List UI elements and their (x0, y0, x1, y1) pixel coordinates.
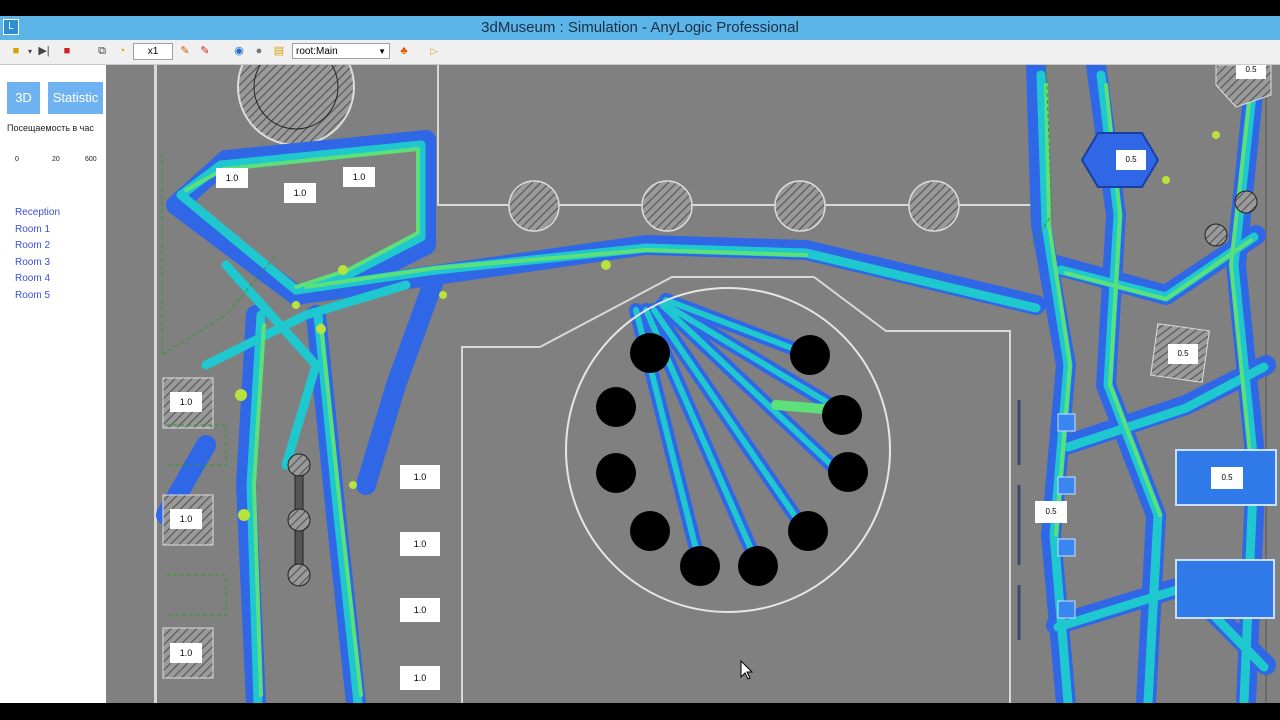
capacity-label: 0.5 (1211, 467, 1243, 489)
legend-item-room-1[interactable]: Room 1 (15, 224, 50, 235)
capacity-label: 1.0 (216, 168, 248, 188)
capacity-label: 0.5 (1035, 501, 1067, 523)
speed-indicator[interactable]: x1 (133, 43, 173, 60)
simulation-view[interactable]: 1.0 1.0 1.0 1.0 1.0 1.0 1.0 1.0 1.0 1.0 … (106, 65, 1280, 703)
step-icon[interactable]: ▶| (37, 44, 51, 59)
screen-bottom-edge (0, 703, 1280, 720)
run-dropdown-icon[interactable]: ▾ (25, 44, 35, 59)
pillar-large (237, 65, 355, 146)
run-icon[interactable]: ■ (9, 44, 23, 59)
capacity-label: 1.0 (170, 643, 202, 663)
legend-item-room-4[interactable]: Room 4 (15, 273, 50, 284)
view-area-icon[interactable]: ♣ (397, 44, 411, 59)
screen-top-edge (0, 0, 1280, 16)
home-icon[interactable]: ● (252, 44, 266, 59)
capacity-label: 1.0 (400, 598, 440, 622)
toolbar: ■ ▾ ▶| ■ ⧉ ◔ ✎ ✎ ◉ ● ▤ ♣ ▷ (0, 40, 1280, 65)
capacity-label: 1.0 (400, 532, 440, 556)
realtime-icon[interactable]: ◔ (115, 44, 129, 59)
virtual-time-icon[interactable]: ⧉ (95, 44, 109, 59)
axis-tick: 20 (52, 156, 60, 163)
statistics-panel: 3D Statistic Посещаемость в час 0 20 600… (0, 65, 106, 703)
navigate-icon[interactable]: ◉ (232, 44, 246, 59)
capacity-label: 1.0 (284, 183, 316, 203)
axis-tick: 600 (85, 156, 97, 163)
capacity-label: 1.0 (170, 509, 202, 529)
attendance-chart-title: Посещаемость в час (7, 123, 94, 133)
capacity-label: 0.5 (1236, 65, 1266, 79)
window-title: 3dMuseum : Simulation - AnyLogic Profess… (481, 19, 799, 36)
chevron-down-icon: ▼ (378, 47, 386, 56)
capacity-label: 1.0 (400, 666, 440, 690)
folder-icon[interactable]: ▤ (272, 44, 286, 59)
capacity-label: 0.5 (1168, 344, 1198, 364)
root-selector[interactable]: root:Main ▼ (292, 43, 390, 59)
next-icon[interactable]: ▷ (427, 44, 441, 59)
stanchion (287, 453, 311, 587)
capacity-label: 1.0 (400, 465, 440, 489)
museum-floor-plan (154, 65, 1277, 703)
root-selector-value: root:Main (296, 46, 338, 57)
capacity-label: 0.5 (1116, 150, 1146, 170)
capacity-label: 1.0 (343, 167, 375, 187)
axis-tick: 0 (15, 156, 19, 163)
statistic-button[interactable]: Statistic (48, 82, 103, 114)
legend-item-room-3[interactable]: Room 3 (15, 257, 50, 268)
faster-icon[interactable]: ✎ (198, 44, 212, 59)
capacity-label: 1.0 (170, 392, 202, 412)
legend-item-room-5[interactable]: Room 5 (15, 290, 50, 301)
title-bar: L 3dMuseum : Simulation - AnyLogic Profe… (0, 16, 1280, 40)
legend-item-reception[interactable]: Reception (15, 207, 60, 218)
stop-icon[interactable]: ■ (60, 44, 74, 59)
slower-icon[interactable]: ✎ (178, 44, 192, 59)
mouse-pointer-icon (740, 659, 754, 680)
3d-button[interactable]: 3D (7, 82, 40, 114)
legend-item-room-2[interactable]: Room 2 (15, 240, 50, 251)
